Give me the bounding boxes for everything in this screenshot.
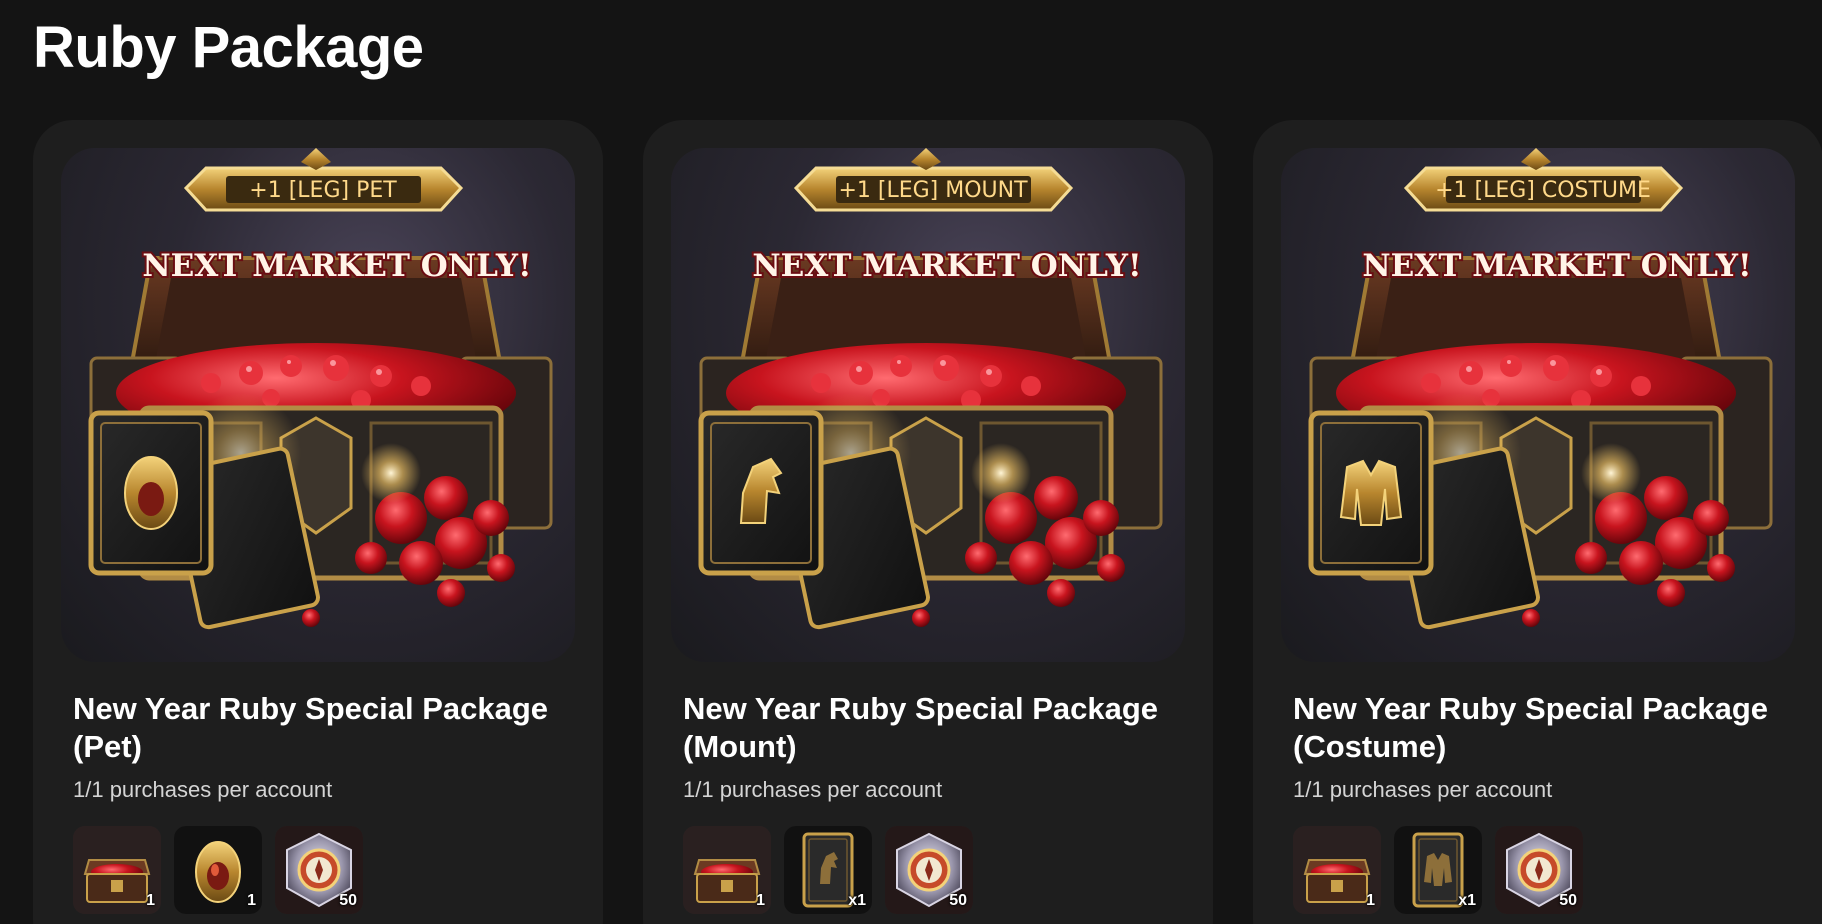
egg-icon [124, 456, 178, 530]
item-quantity: 50 [339, 892, 357, 909]
package-title: New Year Ruby Special Package (Costume) [1293, 691, 1769, 764]
purchase-limit: 1/1 purchases per account [73, 777, 333, 802]
ruby-package-page: Ruby Package +1 [LEG] PET NEXT MARKET ON… [0, 0, 1822, 924]
package-items: 1 1 50 [73, 826, 363, 914]
banner-label: +1 [LEG] COSTUME [1435, 178, 1651, 203]
ruby-chest-icon[interactable]: 1 [1293, 826, 1381, 914]
item-quantity: 50 [1559, 892, 1577, 909]
package-card-pet[interactable]: +1 [LEG] PET NEXT MARKET ONLY! New Year … [33, 120, 603, 924]
package-card-mount[interactable]: +1 [LEG] MOUNT NEXT MARKET ONLY! New Yea… [643, 120, 1213, 924]
package-title: New Year Ruby Special Package (Pet) [73, 691, 549, 764]
item-quantity: 1 [1366, 892, 1375, 909]
compass-token-icon[interactable]: 50 [275, 826, 363, 914]
jacket-card-icon[interactable]: x1 [1394, 826, 1482, 914]
egg-icon[interactable]: 1 [174, 826, 262, 914]
item-quantity: x1 [848, 892, 866, 909]
horse-card-icon[interactable]: x1 [784, 826, 872, 914]
market-label: NEXT MARKET ONLY! [142, 248, 531, 284]
section-title: Ruby Package [33, 15, 424, 80]
treasure-chest-icon: +1 [LEG] PET NEXT MARKET ONLY! [61, 148, 575, 662]
package-key-art: +1 [LEG] MOUNT NEXT MARKET ONLY! [671, 148, 1185, 662]
item-quantity: 1 [146, 892, 155, 909]
package-title: New Year Ruby Special Package (Mount) [683, 691, 1159, 764]
market-label: NEXT MARKET ONLY! [1362, 248, 1751, 284]
item-quantity: 1 [247, 892, 256, 909]
treasure-chest-icon: +1 [LEG] MOUNT NEXT MARKET ONLY! [671, 148, 1185, 662]
compass-token-icon[interactable]: 50 [885, 826, 973, 914]
package-card-costume[interactable]: +1 [LEG] COSTUME NEXT MARKET ONLY! New Y… [1253, 120, 1822, 924]
ruby-chest-icon[interactable]: 1 [683, 826, 771, 914]
item-quantity: x1 [1458, 892, 1476, 909]
package-items: 1 x1 50 [1293, 826, 1583, 914]
package-items: 1 x1 50 [683, 826, 973, 914]
package-key-art: +1 [LEG] PET NEXT MARKET ONLY! [61, 148, 575, 662]
ruby-chest-icon[interactable]: 1 [73, 826, 161, 914]
market-label: NEXT MARKET ONLY! [752, 248, 1141, 284]
package-key-art: +1 [LEG] COSTUME NEXT MARKET ONLY! [1281, 148, 1795, 662]
purchase-limit: 1/1 purchases per account [683, 777, 943, 802]
purchase-limit: 1/1 purchases per account [1293, 777, 1553, 802]
item-quantity: 50 [949, 892, 967, 909]
banner-label: +1 [LEG] PET [249, 178, 397, 203]
treasure-chest-icon: +1 [LEG] COSTUME NEXT MARKET ONLY! [1281, 148, 1795, 662]
item-quantity: 1 [756, 892, 765, 909]
banner-label: +1 [LEG] MOUNT [838, 178, 1028, 203]
compass-token-icon[interactable]: 50 [1495, 826, 1583, 914]
